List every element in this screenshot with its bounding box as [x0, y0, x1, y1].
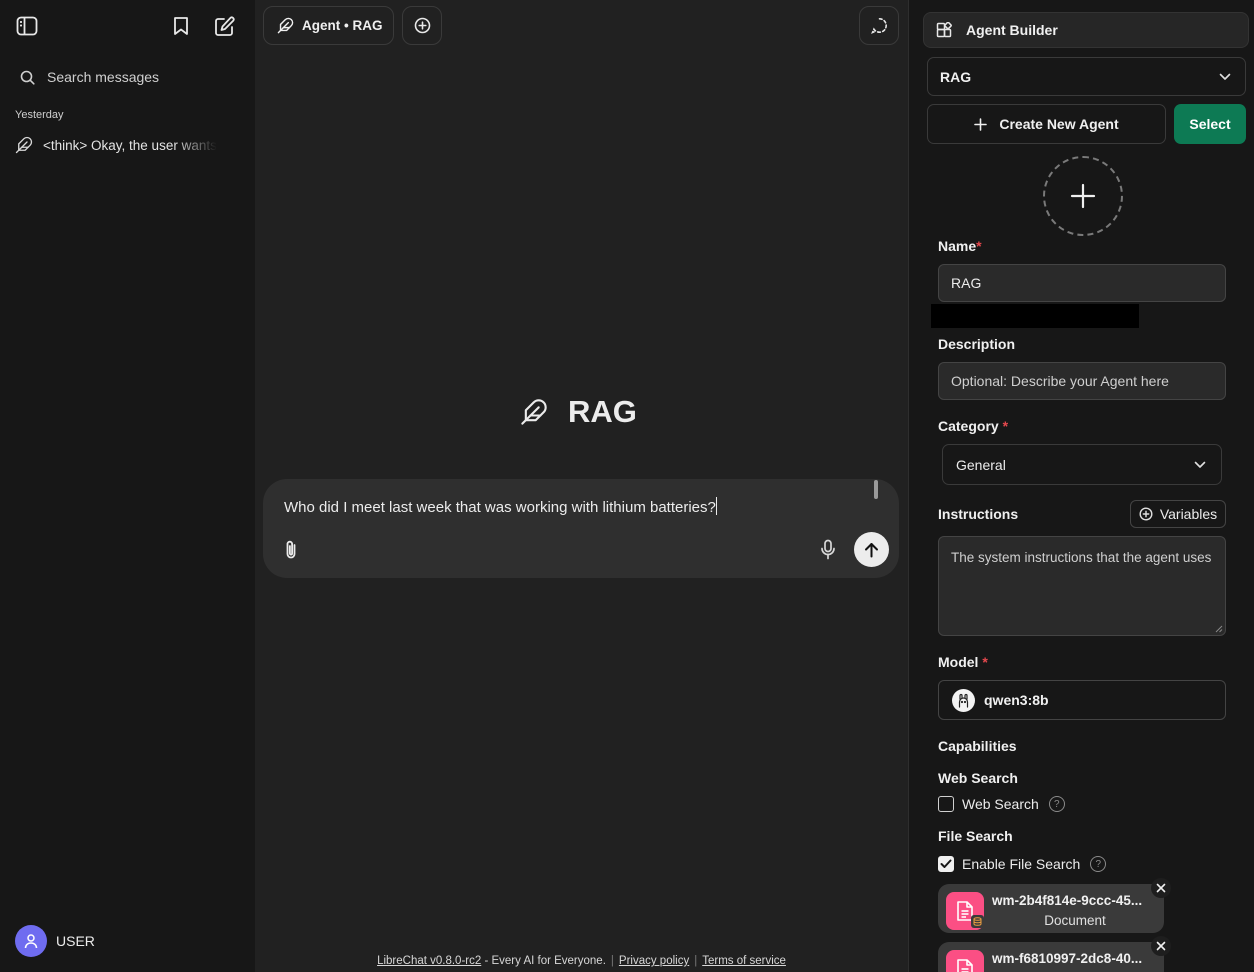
- plus-circle-icon: [414, 17, 431, 34]
- plus-icon: [1070, 183, 1096, 209]
- privacy-policy-link[interactable]: Privacy policy: [619, 955, 689, 967]
- version-link[interactable]: LibreChat v0.8.0-rc2: [377, 955, 481, 967]
- create-new-agent-label: Create New Agent: [999, 116, 1119, 132]
- microphone-button[interactable]: [816, 537, 840, 561]
- description-label: Description: [938, 336, 1016, 352]
- file-card[interactable]: wm-f6810997-2dc8-40... Document: [938, 936, 1171, 972]
- file-search-checkbox-label: Enable File Search: [962, 856, 1081, 872]
- document-icon: [946, 950, 984, 972]
- temporary-chat-icon: [870, 17, 888, 34]
- remove-file-button[interactable]: [1151, 878, 1171, 898]
- file-type: Document: [1044, 913, 1106, 928]
- sidebar-toggle-icon[interactable]: [13, 12, 41, 40]
- agent-builder-tab[interactable]: Agent Builder: [923, 12, 1249, 48]
- send-button[interactable]: [854, 532, 889, 567]
- capabilities-label: Capabilities: [938, 738, 1017, 754]
- paperclip-icon: [284, 539, 298, 560]
- agent-builder-icon: [936, 22, 952, 38]
- model-selector[interactable]: qwen3:8b: [938, 680, 1226, 720]
- agent-selector-chip[interactable]: Agent • RAG: [263, 6, 394, 45]
- select-agent-button[interactable]: Select: [1174, 104, 1246, 144]
- help-icon[interactable]: ?: [1048, 796, 1065, 812]
- model-label: Model *: [938, 654, 988, 670]
- name-label: Name*: [938, 238, 982, 254]
- selected-agent: RAG: [940, 68, 972, 85]
- agent-avatar-upload[interactable]: [1043, 156, 1123, 236]
- redacted-area: [931, 304, 1139, 328]
- description-input[interactable]: Optional: Describe your Agent here: [938, 362, 1226, 400]
- date-group-label: Yesterday: [15, 109, 64, 121]
- agent-builder-title: Agent Builder: [966, 22, 1058, 38]
- file-name: wm-2b4f814e-9ccc-45...: [992, 893, 1143, 908]
- user-name: USER: [56, 933, 95, 949]
- remove-file-button[interactable]: [1151, 936, 1171, 956]
- agent-hero: RAG: [520, 394, 637, 430]
- file-search-option[interactable]: Enable File Search ?: [938, 856, 1107, 872]
- category-label: Category *: [938, 418, 1009, 434]
- chevron-down-icon: [1194, 461, 1206, 469]
- instructions-label: Instructions: [938, 506, 1019, 522]
- variables-label: Variables: [1159, 506, 1218, 522]
- message-input[interactable]: Who did I meet last week that was workin…: [284, 497, 717, 516]
- feather-icon: [15, 136, 33, 154]
- chevron-down-icon: [1219, 73, 1231, 81]
- feather-icon: [520, 398, 548, 426]
- file-search-heading: File Search: [938, 828, 1013, 844]
- database-icon: [971, 915, 984, 928]
- search-icon: [20, 70, 35, 85]
- agent-builder-panel: Agent Builder RAG Create New Agent Selec…: [908, 0, 1254, 972]
- instructions-textarea[interactable]: The system instructions that the agent u…: [938, 536, 1226, 636]
- agent-chip-label: Agent • RAG: [302, 18, 383, 33]
- sidebar: Search messages Yesterday <think> Okay, …: [0, 0, 255, 972]
- web-search-heading: Web Search: [938, 770, 1018, 786]
- avatar: [15, 925, 47, 957]
- file-card[interactable]: wm-2b4f814e-9ccc-45... Document: [938, 878, 1171, 933]
- create-new-agent-button[interactable]: Create New Agent: [927, 104, 1166, 144]
- composer-scrollbar[interactable]: [874, 480, 878, 499]
- web-search-checkbox[interactable]: [938, 796, 954, 812]
- resize-grip-icon[interactable]: [1215, 625, 1223, 633]
- file-search-checkbox[interactable]: [938, 856, 954, 872]
- category-value: General: [956, 456, 1006, 473]
- category-dropdown[interactable]: General: [942, 444, 1222, 485]
- file-name: wm-f6810997-2dc8-40...: [992, 951, 1143, 966]
- help-icon[interactable]: ?: [1090, 856, 1107, 872]
- check-icon: [940, 859, 952, 868]
- microphone-icon: [820, 539, 836, 560]
- web-search-checkbox-label: Web Search: [962, 796, 1039, 812]
- variables-button[interactable]: Variables: [1130, 500, 1226, 528]
- feather-icon: [277, 17, 294, 34]
- arrow-up-icon: [864, 542, 879, 558]
- agent-name-input[interactable]: RAG: [938, 264, 1226, 302]
- add-chat-button[interactable]: [402, 6, 442, 45]
- temporary-chat-button[interactable]: [859, 6, 899, 45]
- footer-tagline: - Every AI for Everyone.: [481, 955, 606, 967]
- close-icon: [1156, 883, 1166, 893]
- agent-title: RAG: [568, 394, 637, 429]
- agent-select-dropdown[interactable]: RAG: [927, 57, 1246, 96]
- plus-icon: [974, 117, 988, 131]
- footer: LibreChat v0.8.0-rc2 - Every AI for Ever…: [377, 955, 786, 967]
- user-menu[interactable]: USER: [15, 925, 95, 957]
- conversation-title: <think> Okay, the user wants: [43, 137, 217, 153]
- terms-of-service-link[interactable]: Terms of service: [702, 955, 786, 967]
- plus-circle-icon: [1139, 507, 1153, 521]
- message-composer[interactable]: Who did I meet last week that was workin…: [263, 479, 899, 578]
- close-icon: [1156, 941, 1166, 951]
- new-chat-icon[interactable]: [210, 12, 238, 40]
- conversation-item[interactable]: <think> Okay, the user wants: [15, 134, 240, 156]
- ollama-icon: [952, 688, 975, 712]
- search-messages[interactable]: Search messages: [14, 62, 242, 92]
- web-search-option[interactable]: Web Search ?: [938, 796, 1065, 812]
- bookmark-icon[interactable]: [167, 12, 195, 40]
- model-value: qwen3:8b: [984, 692, 1049, 708]
- search-placeholder: Search messages: [47, 69, 160, 85]
- attach-file-button[interactable]: [279, 537, 303, 561]
